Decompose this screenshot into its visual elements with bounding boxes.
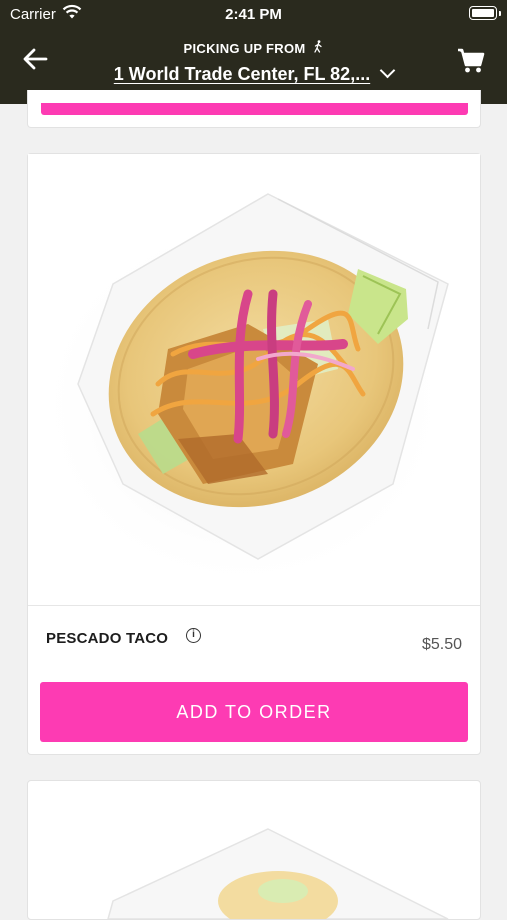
info-icon[interactable]: i [186, 628, 201, 643]
pickup-label-text: PICKING UP FROM [183, 41, 306, 56]
pickup-label: PICKING UP FROM [0, 40, 507, 56]
menu-card-previous [27, 90, 481, 128]
status-time: 2:41 PM [225, 6, 282, 23]
add-to-order-button-previous[interactable] [41, 103, 468, 115]
app-header: Carrier 2:41 PM PICKING UP FROM 1 World … [0, 0, 507, 104]
cart-icon[interactable] [457, 48, 487, 76]
walking-person-icon [313, 40, 323, 56]
location-text[interactable]: 1 World Trade Center, FL 82,... [114, 64, 370, 84]
item-photo-next [107, 828, 449, 919]
status-bar: Carrier 2:41 PM [0, 0, 507, 28]
item-photo [28, 154, 480, 606]
add-to-order-button[interactable]: ADD TO ORDER [40, 682, 468, 742]
menu-card: PESCADO TACO i $5.50 ADD TO ORDER [27, 153, 481, 755]
item-price: $5.50 [421, 636, 462, 653]
menu-card-next [27, 780, 481, 920]
item-name: PESCADO TACO [46, 630, 169, 647]
chevron-down-icon[interactable] [379, 62, 396, 79]
battery-icon [469, 6, 501, 20]
location-selector[interactable]: 1 World Trade Center, FL 82,... [0, 62, 507, 85]
